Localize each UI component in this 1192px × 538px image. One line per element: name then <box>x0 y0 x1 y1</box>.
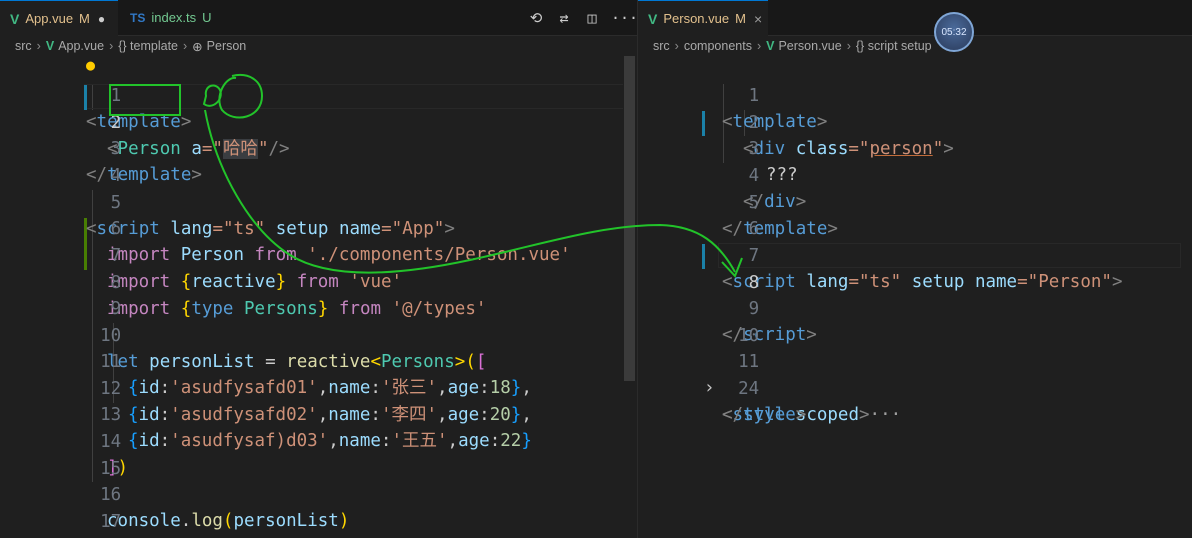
code-line: 1 <template> <box>86 85 192 133</box>
chevron-right-icon: › <box>109 39 114 53</box>
code-line: 7 <script lang="ts" setup name="Person"> <box>722 245 1123 293</box>
right-tab-bar: V Person.vue M × <box>638 0 1192 36</box>
code-line: 12 {id:'asudfysafd02',name:'李四',age:20}, <box>100 378 532 426</box>
code-line: 3 ??? <box>748 138 798 186</box>
left-tab-bar: V App.vue M ● TS index.ts U ⟲ ⇄ ◫ ··· <box>0 0 637 36</box>
chevron-right-icon: › <box>36 39 41 53</box>
component-symbol-icon: ⊕ <box>192 39 203 54</box>
code-line: 4 </div> <box>743 165 807 213</box>
timeline-icon[interactable]: ⟲ <box>527 9 545 27</box>
recording-timer: 05:32 <box>934 12 974 52</box>
breadcrumb-file[interactable]: App.vue <box>58 39 104 53</box>
breadcrumb: src › V App.vue › {} template › ⊕ Person <box>0 36 637 56</box>
breadcrumb-src[interactable]: src <box>653 39 670 53</box>
breadcrumb-file[interactable]: Person.vue <box>778 39 841 53</box>
close-icon[interactable]: × <box>754 11 762 27</box>
breadcrumb-script-setup[interactable]: {} script setup <box>856 39 932 53</box>
breadcrumb-template[interactable]: {} template <box>118 39 178 53</box>
split-editor-icon[interactable]: ◫ <box>583 9 601 27</box>
code-line: 15 <box>100 458 122 479</box>
code-line: 9 <box>110 298 122 319</box>
code-line: 4 <box>110 165 122 186</box>
breadcrumb-components[interactable]: components <box>684 39 752 53</box>
unsaved-dot-icon[interactable]: ● <box>98 12 105 26</box>
code-line: 13 {id:'asudfysaf)d03',name:'王五',age:22} <box>100 404 532 452</box>
vue-file-icon: V <box>648 10 658 27</box>
code-line: 1 <template> <box>722 85 828 133</box>
code-line: 18 <box>0 509 637 536</box>
code-line: 6 import Person from './components/Perso… <box>107 218 571 266</box>
breadcrumb: src › components › V Person.vue › {} scr… <box>638 36 1192 56</box>
code-line: 5 </template> <box>722 192 838 240</box>
code-line: 17 </script> <box>100 511 122 532</box>
vue-file-icon: V <box>766 39 775 53</box>
code-line: 6 <box>748 218 760 239</box>
code-line: 11 › <style scoped>··· <box>704 351 902 425</box>
code-line: 10 <box>738 325 760 346</box>
folded-ellipsis[interactable]: ··· <box>870 405 902 425</box>
code-line: 10 let personList = reactive<Persons>([ <box>100 325 487 373</box>
breadcrumb-person[interactable]: Person <box>207 39 247 53</box>
code-line: 9 </script> <box>722 298 817 346</box>
chevron-right-icon: › <box>846 39 851 53</box>
compare-changes-icon[interactable]: ⇄ <box>555 9 573 27</box>
code-line: 8 import {type Persons} from '@/types' <box>107 272 487 320</box>
more-actions-icon[interactable]: ··· <box>611 9 637 27</box>
vertical-scrollbar[interactable] <box>623 56 635 538</box>
tab-index-ts[interactable]: TS index.ts U <box>120 0 230 35</box>
vue-file-icon: V <box>45 39 55 53</box>
code-line: 8 <box>748 272 760 293</box>
code-line: 2 <div class="person"> <box>743 112 954 160</box>
chevron-right-icon: › <box>674 39 679 53</box>
chevron-right-icon: › <box>756 39 762 53</box>
code-line: 2 <Person a="哈哈"/> <box>107 112 290 160</box>
code-line: 16 console.log(personList) <box>100 484 350 532</box>
code-line: 11 {id:'asudfysafd01',name:'张三',age:18}, <box>100 351 532 399</box>
typescript-file-icon: TS <box>130 10 146 25</box>
code-line: 3 </template> <box>86 138 202 186</box>
left-editor-pane: V App.vue M ● TS index.ts U ⟲ ⇄ ◫ ··· sr… <box>0 0 637 538</box>
code-line: 7 import {reactive} from 'vue' <box>107 245 403 293</box>
breadcrumb-src[interactable]: src <box>15 39 32 53</box>
vue-file-icon: V <box>10 10 20 27</box>
chevron-right-icon: › <box>183 39 188 53</box>
right-editor-pane: V Person.vue M × src › components › V Pe… <box>637 0 1192 538</box>
editor-actions: ⟲ ⇄ ◫ ··· <box>527 0 637 35</box>
code-line: 14 ]) <box>100 431 129 479</box>
tab-app-vue[interactable]: V App.vue M ● <box>0 0 118 36</box>
code-line: 5 <script lang="ts" setup name="App"> <box>86 192 455 240</box>
code-line: 24 </style> <box>722 378 807 426</box>
tab-person-vue[interactable]: V Person.vue M × <box>638 0 768 36</box>
scrollbar-thumb[interactable] <box>624 56 635 381</box>
